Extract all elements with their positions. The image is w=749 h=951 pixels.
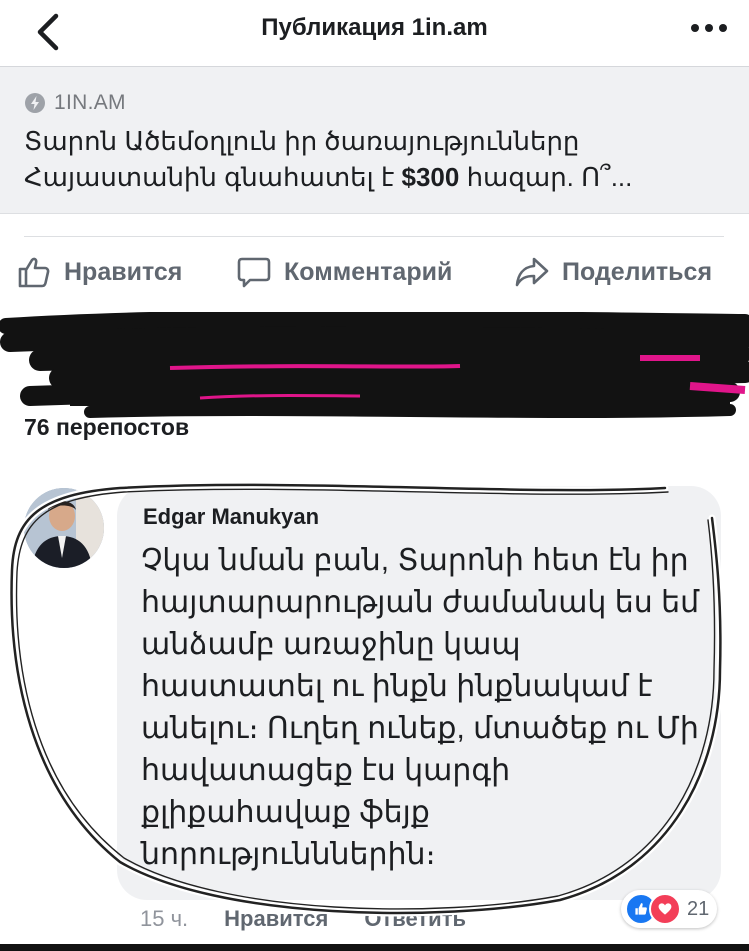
more-dots-icon [691, 24, 727, 32]
divider [24, 236, 724, 237]
headline-line-2: Հայաստանին գնահատել է $300 հազար. Ո՞... [24, 159, 724, 195]
comment-icon [237, 257, 271, 288]
like-label: Нравится [64, 257, 183, 286]
thumbs-up-icon [18, 257, 50, 288]
link-preview-card[interactable]: 1IN.AM Տարոն Ածեմօղլուն իր ծառայությունն… [0, 67, 749, 214]
avatar-image [24, 488, 104, 568]
headline-line-1: Տարոն Ածեմօղլուն իր ծառայությունները [24, 126, 580, 156]
comment-text: Չկա նման բան, Տարոնի հետ էն իր հայտարարո… [141, 544, 700, 871]
comment-reply-button[interactable]: Ответить [364, 906, 466, 932]
share-button[interactable]: Поделиться [514, 254, 712, 290]
link-source-label: 1IN.AM [54, 91, 126, 114]
comment-time: 15 ч. [140, 906, 189, 931]
share-icon [515, 257, 549, 287]
redaction-scribble [0, 312, 749, 418]
reaction-summary[interactable]: 21 [621, 890, 718, 928]
comment-bubble: Edgar Manukyan Չկա նման բան, Տարոնի հետ … [117, 486, 721, 900]
lightning-icon [25, 93, 45, 113]
avatar[interactable] [24, 488, 104, 568]
comment-like-button[interactable]: Нравится [224, 906, 328, 932]
comment-meta: 15 ч. Нравится Ответить [140, 906, 466, 932]
comment-author[interactable]: Edgar Manukyan [143, 504, 319, 530]
headline-text-end: հազար. Ո՞... [459, 162, 633, 192]
heart-reaction-icon [649, 893, 681, 925]
bottom-edge [0, 944, 749, 951]
reaction-count: 21 [687, 897, 710, 920]
comment-button[interactable]: Комментарий [236, 254, 452, 290]
more-options-button[interactable] [687, 14, 731, 50]
share-label: Поделиться [562, 257, 713, 286]
reposts-count[interactable]: 76 перепостов [24, 414, 189, 441]
link-headline: Տարոն Ածեմօղլուն իր ծառայությունները Հայ… [24, 123, 724, 195]
like-button[interactable]: Нравится [16, 254, 182, 290]
comment-label: Комментарий [284, 257, 453, 286]
headline-text: Հայաստանին գնահատել է [24, 162, 402, 192]
link-source: 1IN.AM [24, 91, 126, 115]
post-actions-bar: Нравится Комментарий Поделиться [0, 246, 749, 306]
page-title: Публикация 1in.am [261, 14, 488, 41]
headline-amount: $300 [401, 162, 460, 192]
top-nav-bar: Публикация 1in.am [0, 0, 749, 67]
